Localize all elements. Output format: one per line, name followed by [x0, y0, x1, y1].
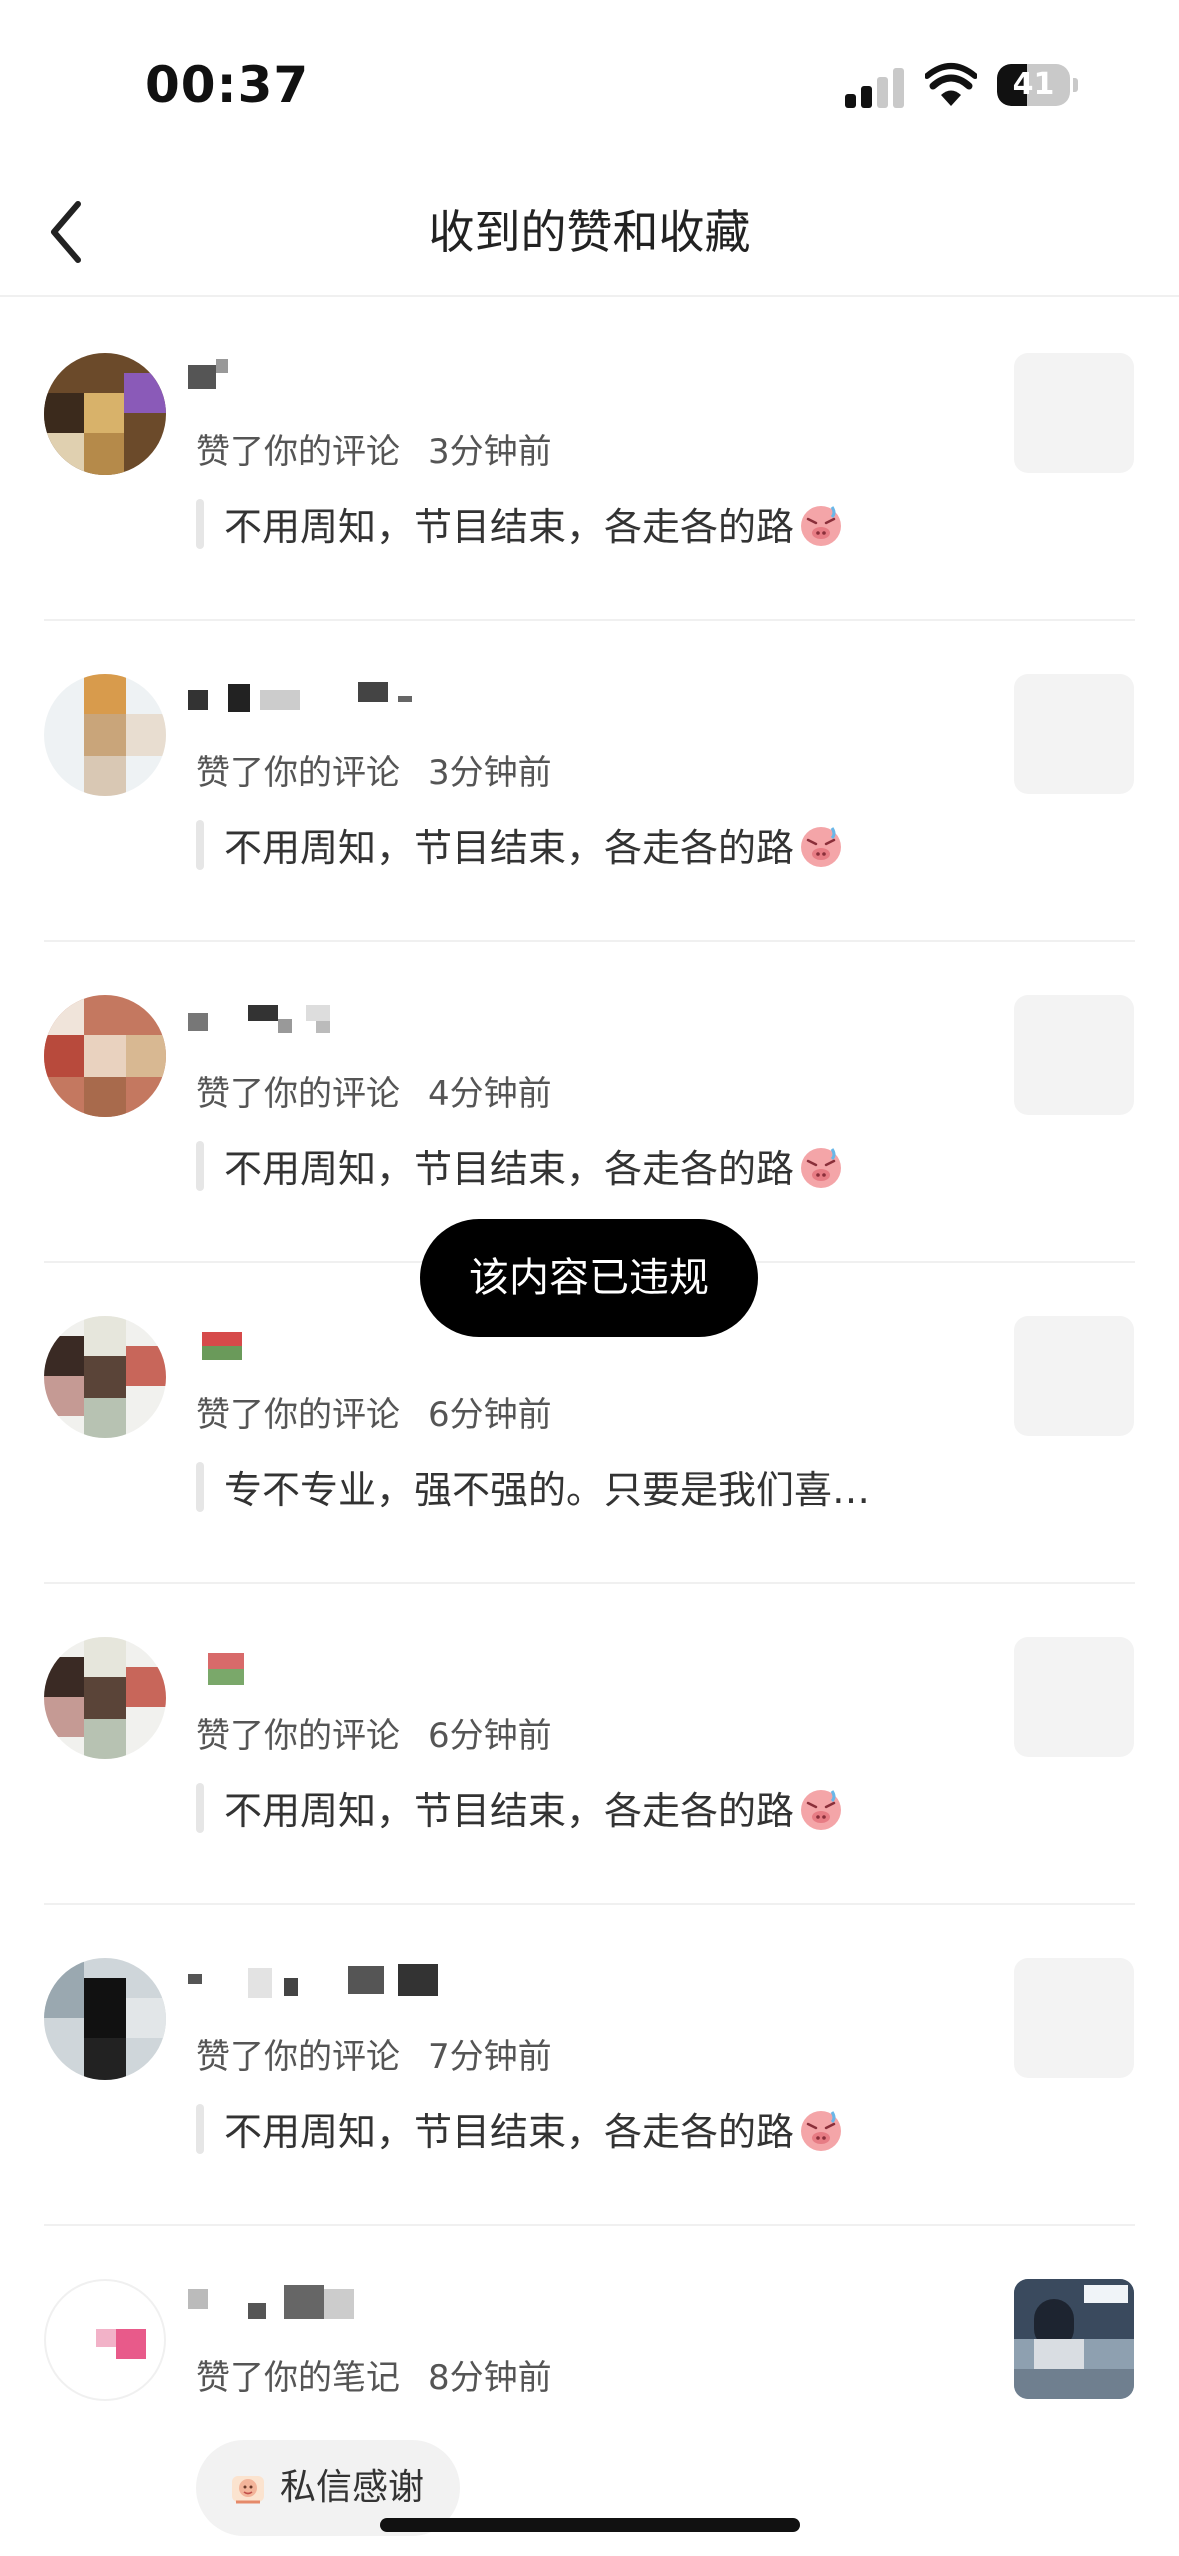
username[interactable] — [188, 2281, 548, 2327]
comment-quote[interactable]: 不用周知，节目结束，各走各的路 — [196, 496, 846, 552]
time-ago: 3分钟前 — [428, 432, 552, 472]
avatar[interactable] — [44, 353, 166, 475]
action-label: 赞了你的评论 — [196, 753, 400, 793]
post-thumbnail[interactable] — [1014, 1316, 1134, 1436]
crying-pig-emoji-icon — [801, 2110, 842, 2151]
crying-pig-emoji-icon — [801, 1789, 842, 1830]
comment-text: 不用周知，节目结束，各走各的路 — [224, 1147, 795, 1191]
avatar[interactable] — [44, 1958, 166, 2080]
toast-message: 该内容已违规 — [420, 1219, 758, 1337]
action-text: 赞了你的笔记 8分钟前 — [196, 2350, 552, 2399]
crying-pig-emoji-icon — [801, 505, 842, 546]
comment-text: 不用周知，节目结束，各走各的路 — [224, 1789, 795, 1833]
action-label: 赞了你的评论 — [196, 1074, 400, 1114]
page-title: 收到的赞和收藏 — [428, 205, 751, 259]
avatar[interactable] — [44, 674, 166, 796]
action-label: 赞了你的评论 — [196, 432, 400, 472]
time-ago: 7分钟前 — [428, 2037, 552, 2077]
username[interactable] — [188, 997, 548, 1043]
sticker-icon — [232, 2476, 264, 2504]
post-thumbnail[interactable] — [1014, 353, 1134, 473]
post-thumbnail[interactable] — [1014, 995, 1134, 1115]
action-text: 赞了你的评论 6分钟前 — [196, 1387, 552, 1436]
avatar[interactable] — [44, 2279, 166, 2401]
action-text: 赞了你的评论 3分钟前 — [196, 745, 552, 794]
home-indicator — [380, 2518, 800, 2532]
time-ago: 6分钟前 — [428, 1395, 552, 1435]
battery-level: 41 — [1012, 67, 1055, 102]
action-text: 赞了你的评论 7分钟前 — [196, 2029, 552, 2078]
comment-quote[interactable]: 不用周知，节目结束，各走各的路 — [196, 1138, 846, 1194]
note-thumbnail[interactable] — [1014, 2279, 1134, 2399]
avatar[interactable] — [44, 1316, 166, 1438]
cellular-signal-icon — [845, 68, 904, 108]
list-item[interactable]: 赞了你的评论 4分钟前 不用周知，节目结束，各走各的路 — [0, 942, 1179, 1263]
action-label: 赞了你的评论 — [196, 1716, 400, 1756]
time-ago: 4分钟前 — [428, 1074, 552, 1114]
username[interactable] — [188, 676, 548, 722]
list-item[interactable]: 赞了你的评论 3分钟前 不用周知，节目结束，各走各的路 — [0, 300, 1179, 621]
comment-quote[interactable]: 不用周知，节目结束，各走各的路 — [196, 2101, 846, 2157]
comment-text: 不用周知，节目结束，各走各的路 — [224, 2110, 795, 2154]
navigation-bar: 收到的赞和收藏 — [0, 170, 1179, 297]
comment-text: 不用周知，节目结束，各走各的路 — [224, 505, 795, 549]
list-item[interactable]: 赞了你的评论 7分钟前 不用周知，节目结束，各走各的路 — [0, 1905, 1179, 2226]
time-ago: 8分钟前 — [428, 2358, 552, 2398]
list-item[interactable]: 赞了你的笔记 8分钟前 — [0, 2226, 1179, 2547]
comment-text: 不用周知，节目结束，各走各的路 — [224, 826, 795, 870]
post-thumbnail[interactable] — [1014, 1637, 1134, 1757]
wifi-icon — [925, 63, 977, 106]
post-thumbnail[interactable] — [1014, 674, 1134, 794]
comment-text: 专不专业，强不强的。只要是我们喜… — [224, 1468, 871, 1512]
crying-pig-emoji-icon — [801, 1147, 842, 1188]
post-thumbnail[interactable] — [1014, 1958, 1134, 2078]
crying-pig-emoji-icon — [801, 826, 842, 867]
time-ago: 6分钟前 — [428, 1716, 552, 1756]
comment-quote[interactable]: 不用周知，节目结束，各走各的路 — [196, 1780, 846, 1836]
avatar[interactable] — [44, 1637, 166, 1759]
action-label: 赞了你的笔记 — [196, 2358, 400, 2398]
status-time: 00:37 — [145, 56, 310, 114]
avatar[interactable] — [44, 995, 166, 1117]
action-text: 赞了你的评论 6分钟前 — [196, 1708, 552, 1757]
time-ago: 3分钟前 — [428, 753, 552, 793]
username[interactable] — [188, 1960, 548, 2006]
username[interactable] — [188, 1639, 548, 1685]
comment-quote[interactable]: 专不专业，强不强的。只要是我们喜… — [196, 1459, 870, 1515]
comment-quote[interactable]: 不用周知，节目结束，各走各的路 — [196, 817, 846, 873]
action-label: 赞了你的评论 — [196, 1395, 400, 1435]
username[interactable] — [188, 355, 548, 401]
action-text: 赞了你的评论 4分钟前 — [196, 1066, 552, 1115]
list-item[interactable]: 赞了你的评论 6分钟前 不用周知，节目结束，各走各的路 — [0, 1584, 1179, 1905]
battery-icon: 41 — [997, 64, 1079, 108]
list-item[interactable]: 赞了你的评论 3分钟前 不用周知，节目结束，各走各的路 — [0, 621, 1179, 942]
action-text: 赞了你的评论 3分钟前 — [196, 424, 552, 473]
status-bar: 00:37 41 — [0, 0, 1179, 150]
action-label: 赞了你的评论 — [196, 2037, 400, 2077]
